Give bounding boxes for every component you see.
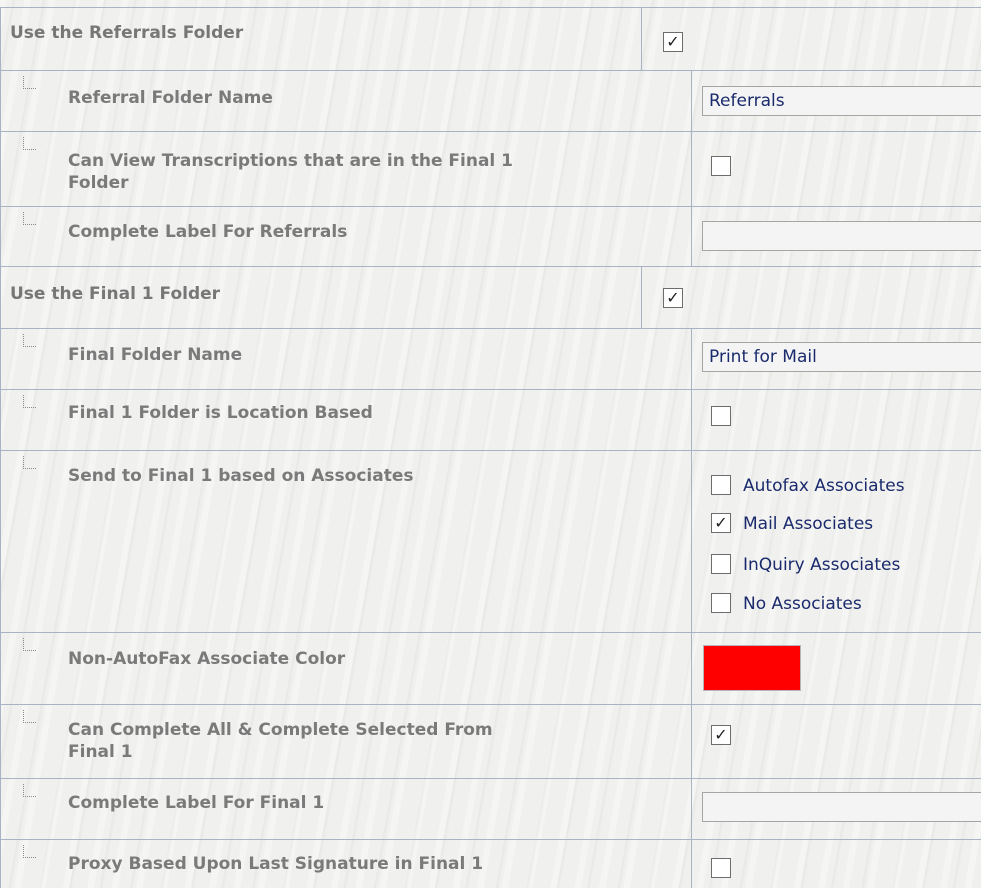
proxy-last-signature-label: Proxy Based Upon Last Signature in Final… (68, 854, 484, 874)
tree-connector-icon (23, 395, 36, 408)
no-associates-label[interactable]: No Associates (743, 593, 862, 615)
row-divider (0, 266, 981, 267)
column-divider (641, 266, 642, 328)
mail-associates-checkbox[interactable]: ✓ (711, 513, 731, 533)
can-complete-all-checkbox[interactable]: ✓ (711, 725, 731, 745)
tree-connector-icon (23, 784, 36, 797)
use-referrals-label: Use the Referrals Folder (10, 23, 244, 43)
column-divider (641, 7, 642, 70)
use-final1-checkbox[interactable]: ✓ (663, 288, 683, 308)
column-divider (691, 70, 692, 266)
final1-location-based-label: Final 1 Folder is Location Based (68, 403, 373, 423)
inquiry-associates-checkbox[interactable] (711, 554, 731, 574)
row-divider (0, 328, 981, 329)
row-divider (0, 70, 981, 71)
can-complete-all-label-line2: Final 1 (68, 742, 133, 762)
tree-connector-icon (23, 76, 36, 89)
settings-grid: Use the Referrals Folder ✓ Referral Fold… (0, 0, 981, 888)
row-divider (0, 7, 981, 8)
color-swatch[interactable] (703, 645, 801, 691)
complete-label-referrals-input[interactable] (702, 221, 981, 251)
can-view-transcriptions-label-line2: Folder (68, 173, 129, 193)
send-to-final1-label: Send to Final 1 based on Associates (68, 466, 414, 486)
final-folder-name-input[interactable]: Print for Mail (702, 342, 981, 372)
use-referrals-checkbox[interactable]: ✓ (663, 32, 683, 52)
can-view-transcriptions-label-line1: Can View Transcriptions that are in the … (68, 151, 514, 171)
final1-location-based-checkbox[interactable] (711, 406, 731, 426)
inquiry-associates-label[interactable]: InQuiry Associates (743, 554, 900, 576)
check-icon: ✓ (666, 288, 680, 307)
non-autofax-color-label: Non-AutoFax Associate Color (68, 649, 346, 669)
tree-connector-icon (23, 456, 36, 469)
use-final1-label: Use the Final 1 Folder (10, 284, 221, 304)
complete-label-final1-input[interactable] (702, 792, 981, 822)
check-icon: ✓ (666, 32, 680, 51)
can-view-transcriptions-checkbox[interactable] (711, 156, 731, 176)
no-associates-checkbox[interactable] (711, 593, 731, 613)
tree-connector-icon (23, 638, 36, 651)
check-icon: ✓ (714, 725, 728, 744)
tree-connector-icon (23, 845, 36, 858)
row-divider (0, 131, 981, 132)
tree-connector-icon (23, 334, 36, 347)
row-divider (0, 632, 981, 633)
mail-associates-label[interactable]: Mail Associates (743, 513, 873, 535)
referral-folder-name-label: Referral Folder Name (68, 88, 273, 108)
referral-folder-name-input[interactable]: Referrals (702, 86, 981, 116)
can-complete-all-label-line1: Can Complete All & Complete Selected Fro… (68, 720, 493, 740)
row-divider (0, 389, 981, 390)
column-divider (0, 7, 1, 888)
proxy-last-signature-checkbox[interactable] (711, 858, 731, 878)
tree-connector-icon (23, 710, 36, 723)
row-divider (0, 778, 981, 779)
complete-label-final1-label: Complete Label For Final 1 (68, 793, 325, 813)
row-divider (0, 450, 981, 451)
final-folder-name-label: Final Folder Name (68, 345, 243, 365)
complete-label-referrals-label: Complete Label For Referrals (68, 222, 348, 242)
tree-connector-icon (23, 137, 36, 150)
autofax-associates-label[interactable]: Autofax Associates (743, 475, 905, 497)
check-icon: ✓ (714, 513, 728, 532)
column-divider (691, 328, 692, 888)
tree-connector-icon (23, 212, 36, 225)
row-divider (0, 206, 981, 207)
autofax-associates-checkbox[interactable] (711, 475, 731, 495)
row-divider (0, 839, 981, 840)
row-divider (0, 704, 981, 705)
